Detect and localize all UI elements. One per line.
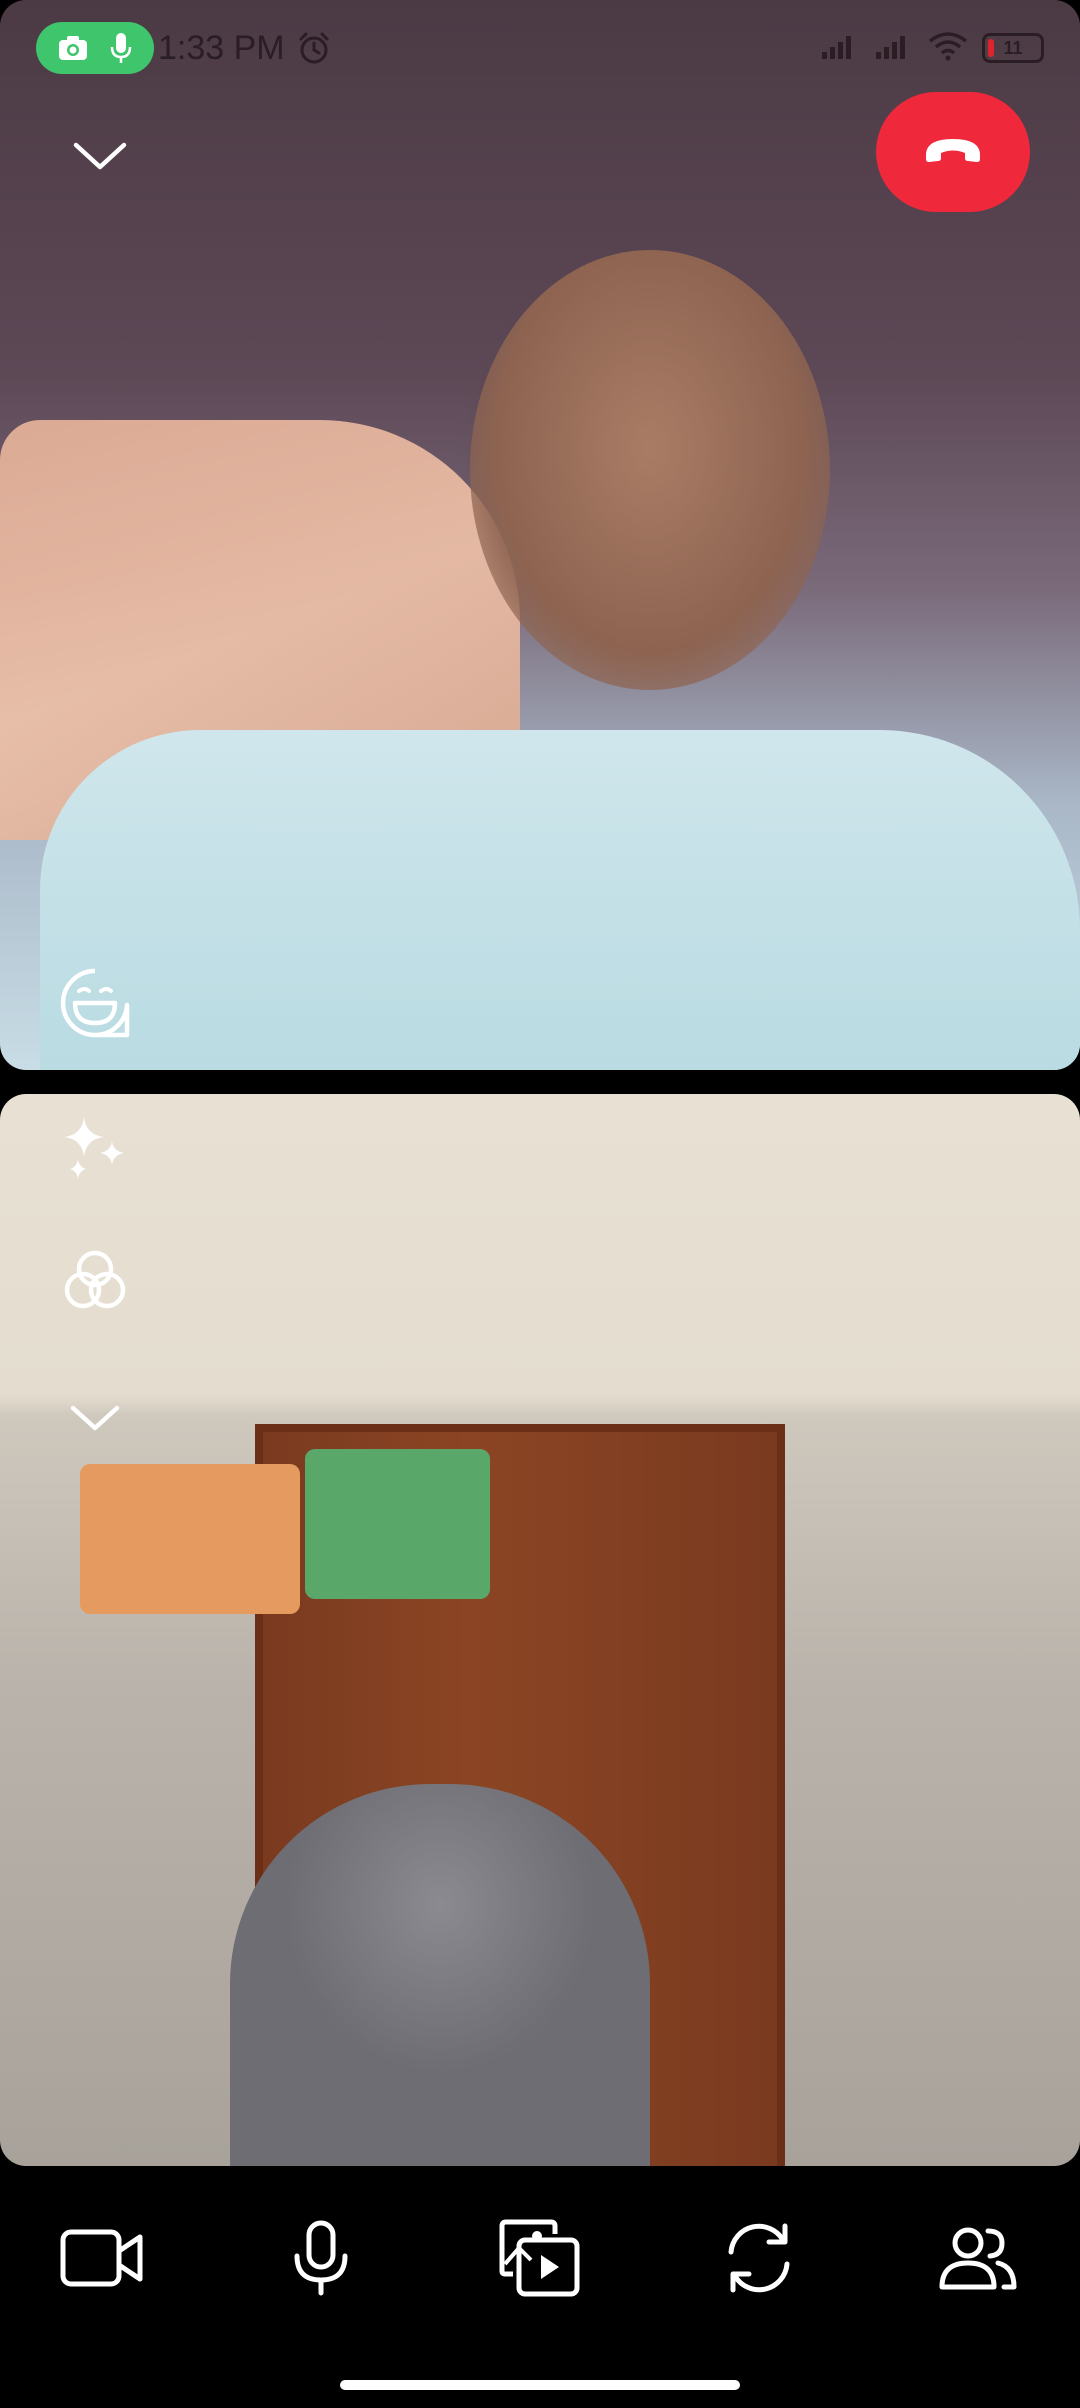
status-time: 1:33 PM [158, 28, 285, 67]
battery-level-fill [988, 39, 994, 57]
battery-icon: 11 [982, 33, 1044, 63]
active-media-indicator [36, 22, 154, 74]
call-controls [0, 2190, 1080, 2330]
remote-participant-video [470, 250, 830, 690]
chevron-down-icon [69, 1403, 121, 1438]
wifi-icon [928, 31, 968, 66]
remote-participant-video-lower [40, 730, 1080, 1070]
self-video-tile[interactable] [0, 1094, 1080, 2166]
home-indicator[interactable] [340, 2380, 740, 2390]
minimize-call-button[interactable] [62, 120, 138, 196]
status-indicators: 11 [820, 31, 1044, 66]
battery-percent: 11 [1003, 37, 1023, 58]
filters-icon [60, 1246, 130, 1321]
signal-icon [874, 32, 914, 65]
filters-button[interactable] [50, 1238, 140, 1328]
reaction-button[interactable] [50, 960, 140, 1050]
camera-icon [58, 35, 88, 61]
share-media-button[interactable] [490, 2210, 590, 2310]
scene-door [255, 1424, 785, 2166]
media-share-icon [499, 2218, 581, 2303]
participants-button[interactable] [928, 2210, 1028, 2310]
status-bar: 1:33 PM 11 [36, 18, 1044, 78]
scene-towel [305, 1449, 490, 1599]
signal-icon [820, 32, 860, 65]
microphone-icon [110, 32, 132, 64]
microphone-icon [291, 2220, 351, 2301]
end-call-icon [920, 135, 986, 170]
scene-towel [80, 1464, 300, 1614]
sparkles-effects-icon [60, 1113, 130, 1188]
participants-icon [938, 2223, 1018, 2298]
scene-background [0, 420, 520, 840]
reaction-icon [57, 965, 133, 1046]
toggle-microphone-button[interactable] [271, 2210, 371, 2310]
flip-camera-button[interactable] [709, 2210, 809, 2310]
toggle-video-button[interactable] [52, 2210, 152, 2310]
self-video-feed [230, 1784, 650, 2166]
collapse-tools-button[interactable] [60, 1390, 130, 1450]
alarm-icon [297, 31, 331, 65]
video-camera-icon [60, 2227, 144, 2294]
effects-button[interactable] [50, 1105, 140, 1195]
flip-camera-icon [719, 2218, 799, 2303]
chevron-down-icon [72, 139, 128, 178]
end-call-button[interactable] [876, 92, 1030, 212]
